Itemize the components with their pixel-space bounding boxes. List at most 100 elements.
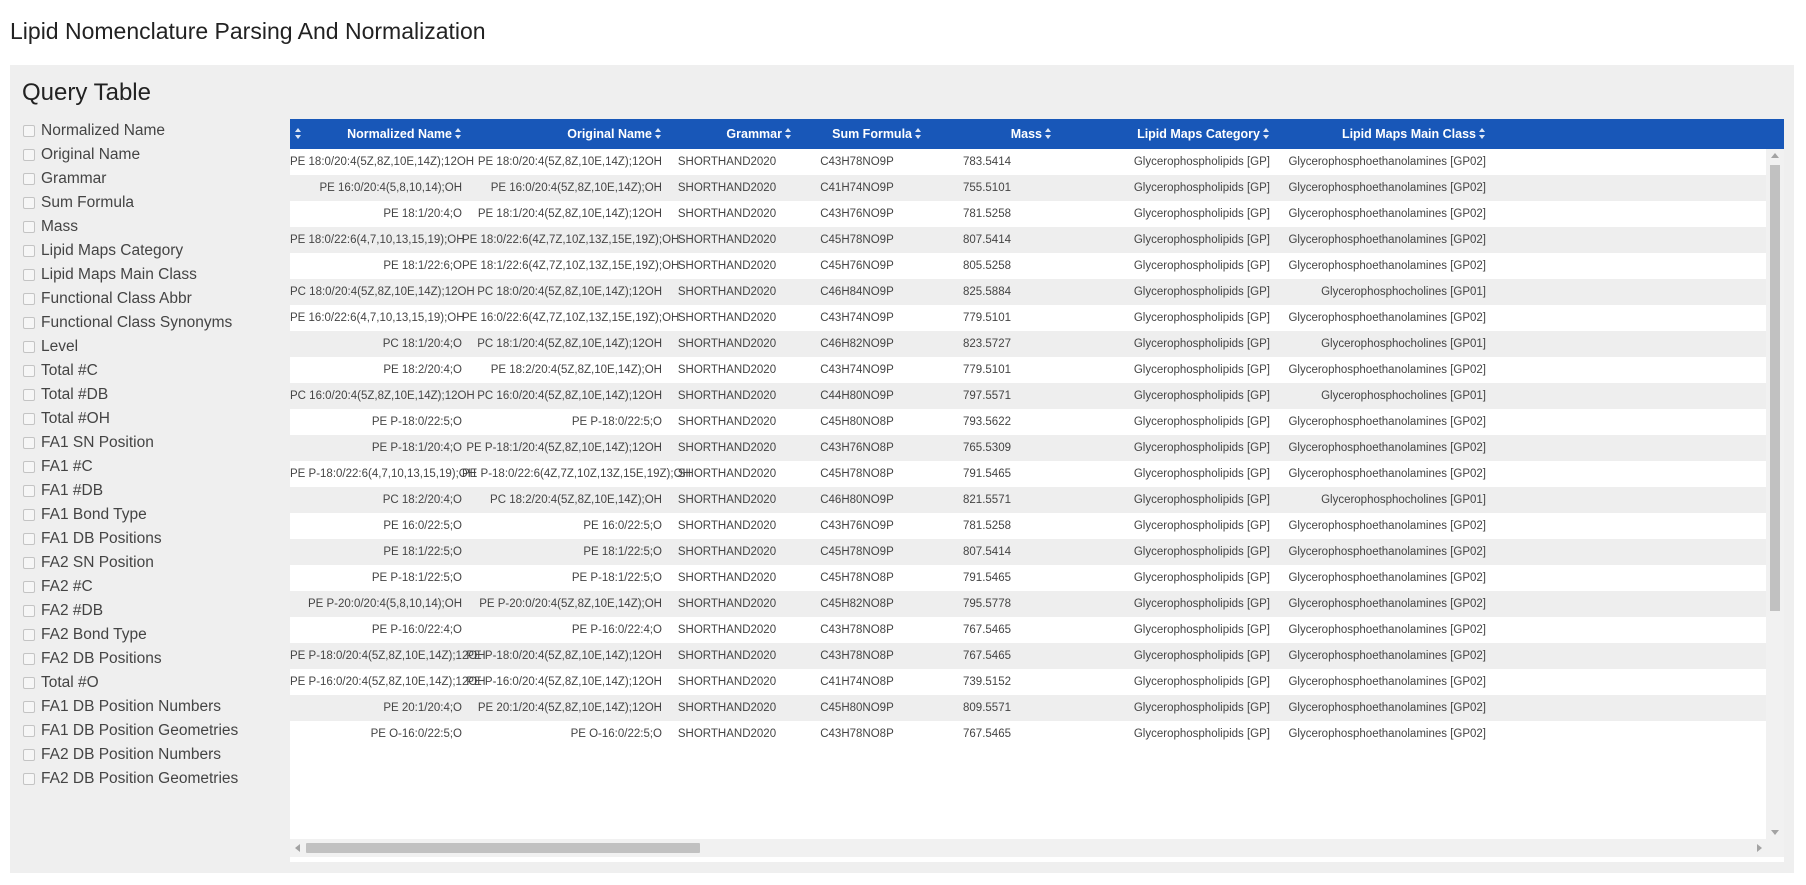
column-header-normalized-name[interactable]: Normalized Name [290, 119, 462, 149]
table-cell-normalized-name: PE 20:1/20:4;O [383, 702, 462, 714]
table-row[interactable]: PC 18:1/20:4;O PC 18:1/20:4(5Z,8Z,10E,14Z… [290, 331, 1766, 357]
column-toggle-mass[interactable]: Mass [23, 215, 263, 239]
scroll-down-icon[interactable] [1771, 830, 1779, 835]
checkbox[interactable] [23, 221, 35, 233]
column-toggle-fa2-c[interactable]: FA2 #C [23, 575, 263, 599]
table-row[interactable]: PE P-18:0/20:4(5Z,8Z,10E,14Z);12OH PE P-1… [290, 643, 1766, 669]
checkbox[interactable] [23, 629, 35, 641]
column-toggle-fa2-sn-position[interactable]: FA2 SN Position [23, 551, 263, 575]
column-toggle-fa2-db-positions[interactable]: FA2 DB Positions [23, 647, 263, 671]
column-toggle-total-oh[interactable]: Total #OH [23, 407, 263, 431]
checkbox[interactable] [23, 413, 35, 425]
column-toggle-total-db[interactable]: Total #DB [23, 383, 263, 407]
horizontal-scrollbar[interactable] [290, 839, 1784, 857]
checkbox[interactable] [23, 293, 35, 305]
table-cell-sum-formula: C43H78NO8P [820, 728, 894, 740]
table-row[interactable]: PE P-18:1/22:5;O PE P-18:1/22:5;O SHORTHAN… [290, 565, 1766, 591]
checkbox[interactable] [23, 173, 35, 185]
table-row[interactable]: PE P-16:0/20:4(5Z,8Z,10E,14Z);12OH PE P-1… [290, 669, 1766, 695]
table-row[interactable]: PC 16:0/20:4(5Z,8Z,10E,14Z);12OH PC 16:0/… [290, 383, 1766, 409]
table-row[interactable]: PE P-18:0/22:6(4,7,10,13,15,19);OH PE P-1… [290, 461, 1766, 487]
checkbox[interactable] [23, 701, 35, 713]
column-toggle-lipid-maps-main-class[interactable]: Lipid Maps Main Class [23, 263, 263, 287]
column-toggle-fa1-bond-type[interactable]: FA1 Bond Type [23, 503, 263, 527]
table-row[interactable]: PE 16:0/20:4(5,8,10,14);OH PE 16:0/20:4(5… [290, 175, 1766, 201]
column-header-sum-formula[interactable]: Sum Formula [792, 119, 922, 149]
column-header-lipid-maps-main-class[interactable]: Lipid Maps Main Class [1270, 119, 1486, 149]
column-header-lipid-maps-category[interactable]: Lipid Maps Category [1052, 119, 1270, 149]
table-row[interactable]: PE 16:0/22:5;O PE 16:0/22:5;O SHORTHAND202… [290, 513, 1766, 539]
table-row[interactable]: PC 18:0/20:4(5Z,8Z,10E,14Z);12OH PC 18:0/… [290, 279, 1766, 305]
scroll-left-icon[interactable] [295, 844, 300, 852]
column-toggle-fa2-db-position-geometries[interactable]: FA2 DB Position Geometries [23, 767, 263, 791]
table-row[interactable]: PE 18:1/20:4;O PE 18:1/20:4(5Z,8Z,10E,14Z… [290, 201, 1766, 227]
checkbox[interactable] [23, 677, 35, 689]
column-toggle-fa1-db-position-numbers[interactable]: FA1 DB Position Numbers [23, 695, 263, 719]
checkbox[interactable] [23, 389, 35, 401]
column-toggle-lipid-maps-category[interactable]: Lipid Maps Category [23, 239, 263, 263]
checkbox[interactable] [23, 509, 35, 521]
checkbox[interactable] [23, 653, 35, 665]
checkbox[interactable] [23, 365, 35, 377]
column-toggle-functional-class-synonyms[interactable]: Functional Class Synonyms [23, 311, 263, 335]
column-toggle-fa1-c[interactable]: FA1 #C [23, 455, 263, 479]
column-toggle-total-o[interactable]: Total #O [23, 671, 263, 695]
column-toggle-fa2-db-position-numbers[interactable]: FA2 DB Position Numbers [23, 743, 263, 767]
vertical-scrollbar[interactable] [1766, 149, 1784, 839]
scroll-up-icon[interactable] [1771, 153, 1779, 158]
column-toggle-fa2-db[interactable]: FA2 #DB [23, 599, 263, 623]
column-toggle-fa1-db-positions[interactable]: FA1 DB Positions [23, 527, 263, 551]
column-toggle-fa1-db-position-geometries[interactable]: FA1 DB Position Geometries [23, 719, 263, 743]
table-row[interactable]: PC 18:2/20:4;O PC 18:2/20:4(5Z,8Z,10E,14Z… [290, 487, 1766, 513]
table-row[interactable]: PE P-18:0/22:5;O PE P-18:0/22:5;O SHORTHAN… [290, 409, 1766, 435]
checkbox[interactable] [23, 605, 35, 617]
table-row[interactable]: PE P-18:1/20:4;O PE P-18:1/20:4(5Z,8Z,10E… [290, 435, 1766, 461]
column-toggle-total-c[interactable]: Total #C [23, 359, 263, 383]
column-header-mass[interactable]: Mass [922, 119, 1052, 149]
column-toggle-normalized-name[interactable]: Normalized Name [23, 119, 263, 143]
checkbox[interactable] [23, 725, 35, 737]
checkbox[interactable] [23, 341, 35, 353]
checkbox[interactable] [23, 125, 35, 137]
table-row[interactable]: PE P-20:0/20:4(5,8,10,14);OH PE P-20:0/20… [290, 591, 1766, 617]
column-header-label: Grammar [726, 127, 782, 141]
checkbox[interactable] [23, 269, 35, 281]
checkbox[interactable] [23, 317, 35, 329]
horizontal-scroll-thumb[interactable] [306, 843, 700, 853]
column-toggle-sum-formula[interactable]: Sum Formula [23, 191, 263, 215]
checkbox[interactable] [23, 485, 35, 497]
column-toggle-grammar[interactable]: Grammar [23, 167, 263, 191]
checkbox[interactable] [23, 581, 35, 593]
checkbox[interactable] [23, 149, 35, 161]
vertical-scroll-thumb[interactable] [1770, 165, 1780, 611]
table-row[interactable]: PE P-16:0/22:4;O PE P-16:0/22:4;O SHORTHAN… [290, 617, 1766, 643]
table-row[interactable]: PE 18:0/22:6(4,7,10,13,15,19);OH PE 18:0/… [290, 227, 1766, 253]
column-header-original-name[interactable]: Original Name [462, 119, 662, 149]
table-row[interactable]: PE 18:2/20:4;O PE 18:2/20:4(5Z,8Z,10E,14Z… [290, 357, 1766, 383]
column-header-grammar[interactable]: Grammar [662, 119, 792, 149]
table-row[interactable]: PE O-16:0/22:5;O PE O-16:0/22:5;O SHORTHAN… [290, 721, 1766, 747]
checkbox[interactable] [23, 197, 35, 209]
checkbox[interactable] [23, 749, 35, 761]
table-cell-lipid-maps-main-class: Glycerophosphocholines [GP01] [1321, 338, 1486, 350]
scroll-right-icon[interactable] [1757, 844, 1762, 852]
column-toggle-fa1-sn-position[interactable]: FA1 SN Position [23, 431, 263, 455]
table-row[interactable]: PE 18:1/22:5;O PE 18:1/22:5;O SHORTHAND202… [290, 539, 1766, 565]
table-row[interactable]: PE 20:1/20:4;O PE 20:1/20:4(5Z,8Z,10E,14Z… [290, 695, 1766, 721]
table-cell-normalized-name: PE P-18:1/20:4;O [371, 442, 462, 454]
checkbox[interactable] [23, 461, 35, 473]
checkbox[interactable] [23, 245, 35, 257]
column-toggle-fa2-bond-type[interactable]: FA2 Bond Type [23, 623, 263, 647]
checkbox[interactable] [23, 557, 35, 569]
checkbox[interactable] [23, 533, 35, 545]
column-header-label: Mass [1010, 127, 1042, 141]
table-row[interactable]: PE 18:1/22:6;O PE 18:1/22:6(4Z,7Z,10Z,13Z… [290, 253, 1766, 279]
checkbox[interactable] [23, 437, 35, 449]
column-toggle-level[interactable]: Level [23, 335, 263, 359]
table-row[interactable]: PE 18:0/20:4(5Z,8Z,10E,14Z);12OH PE 18:0/… [290, 149, 1766, 175]
column-toggle-fa1-db[interactable]: FA1 #DB [23, 479, 263, 503]
column-toggle-original-name[interactable]: Original Name [23, 143, 263, 167]
table-row[interactable]: PE 16:0/22:6(4,7,10,13,15,19);OH PE 16:0/… [290, 305, 1766, 331]
checkbox[interactable] [23, 773, 35, 785]
column-toggle-functional-class-abbr[interactable]: Functional Class Abbr [23, 287, 263, 311]
